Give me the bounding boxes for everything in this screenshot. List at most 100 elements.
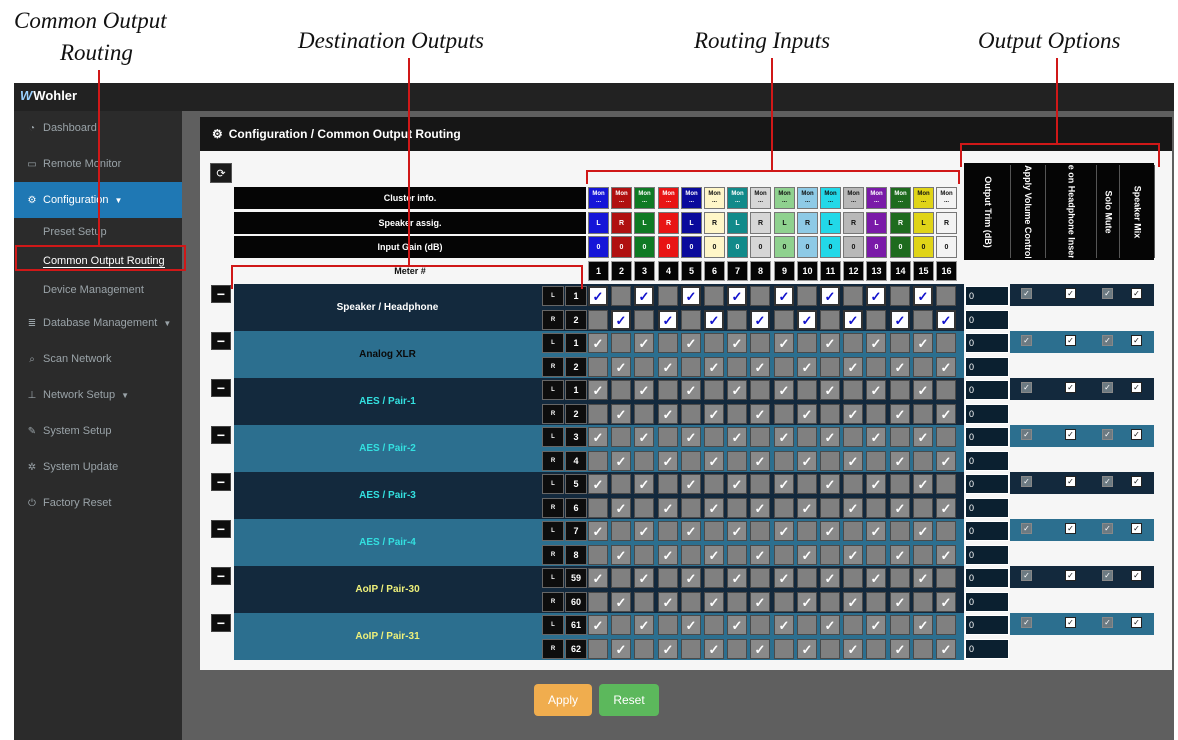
routing-checkbox[interactable] [820, 498, 840, 518]
output-trim-input[interactable]: 0 [965, 498, 1009, 518]
routing-checkbox[interactable] [820, 451, 840, 471]
speaker-mix-checkbox[interactable]: ✓ [1131, 335, 1142, 346]
routing-checkbox[interactable] [890, 286, 910, 306]
routing-checkbox[interactable]: ✓ [611, 498, 631, 518]
output-trim-input[interactable]: 0 [965, 357, 1009, 377]
routing-checkbox[interactable]: ✓ [681, 333, 701, 353]
routing-checkbox[interactable]: ✓ [866, 427, 886, 447]
routing-checkbox[interactable]: ✓ [704, 357, 724, 377]
solo-mute-checkbox[interactable]: ✓ [1102, 335, 1113, 346]
routing-checkbox[interactable]: ✓ [750, 404, 770, 424]
routing-checkbox[interactable]: ✓ [774, 380, 794, 400]
routing-checkbox[interactable]: ✓ [774, 474, 794, 494]
mute-on-headphone-checkbox[interactable]: ✓ [1065, 335, 1076, 346]
routing-checkbox[interactable]: ✓ [866, 474, 886, 494]
collapse-button[interactable]: − [211, 379, 231, 397]
output-trim-input[interactable]: 0 [965, 615, 1009, 635]
routing-checkbox[interactable] [727, 451, 747, 471]
routing-checkbox[interactable] [913, 592, 933, 612]
routing-checkbox[interactable]: ✓ [658, 592, 678, 612]
routing-checkbox[interactable] [797, 427, 817, 447]
routing-checkbox[interactable] [634, 310, 654, 330]
routing-checkbox[interactable] [866, 310, 886, 330]
routing-checkbox[interactable] [890, 474, 910, 494]
routing-checkbox[interactable] [890, 427, 910, 447]
routing-checkbox[interactable] [843, 615, 863, 635]
routing-checkbox[interactable] [704, 333, 724, 353]
output-trim-input[interactable]: 0 [965, 286, 1009, 306]
apply-volume-checkbox[interactable]: ✓ [1021, 476, 1032, 487]
routing-checkbox[interactable] [936, 568, 956, 588]
routing-checkbox[interactable]: ✓ [913, 333, 933, 353]
routing-checkbox[interactable]: ✓ [611, 310, 631, 330]
routing-checkbox[interactable]: ✓ [774, 521, 794, 541]
routing-checkbox[interactable]: ✓ [750, 545, 770, 565]
routing-checkbox[interactable] [820, 357, 840, 377]
routing-checkbox[interactable] [890, 380, 910, 400]
routing-checkbox[interactable]: ✓ [611, 592, 631, 612]
routing-checkbox[interactable]: ✓ [750, 451, 770, 471]
routing-checkbox[interactable] [634, 498, 654, 518]
routing-checkbox[interactable]: ✓ [704, 451, 724, 471]
collapse-button[interactable]: − [211, 332, 231, 350]
routing-checkbox[interactable]: ✓ [611, 639, 631, 659]
routing-checkbox[interactable] [681, 310, 701, 330]
mute-on-headphone-checkbox[interactable]: ✓ [1065, 476, 1076, 487]
routing-checkbox[interactable] [704, 615, 724, 635]
solo-mute-checkbox[interactable]: ✓ [1102, 288, 1113, 299]
routing-checkbox[interactable] [890, 568, 910, 588]
routing-checkbox[interactable] [820, 310, 840, 330]
routing-checkbox[interactable] [611, 380, 631, 400]
routing-checkbox[interactable] [588, 357, 608, 377]
routing-checkbox[interactable]: ✓ [936, 592, 956, 612]
routing-checkbox[interactable]: ✓ [750, 592, 770, 612]
routing-checkbox[interactable] [704, 568, 724, 588]
routing-checkbox[interactable]: ✓ [843, 498, 863, 518]
routing-checkbox[interactable]: ✓ [843, 404, 863, 424]
output-trim-input[interactable]: 0 [965, 474, 1009, 494]
routing-checkbox[interactable]: ✓ [936, 357, 956, 377]
routing-checkbox[interactable]: ✓ [588, 568, 608, 588]
routing-checkbox[interactable]: ✓ [866, 286, 886, 306]
routing-checkbox[interactable] [634, 357, 654, 377]
routing-checkbox[interactable]: ✓ [727, 427, 747, 447]
routing-checkbox[interactable]: ✓ [774, 568, 794, 588]
routing-checkbox[interactable] [658, 521, 678, 541]
routing-checkbox[interactable] [843, 380, 863, 400]
routing-checkbox[interactable] [634, 404, 654, 424]
routing-checkbox[interactable] [913, 639, 933, 659]
routing-checkbox[interactable] [658, 286, 678, 306]
speaker-mix-checkbox[interactable]: ✓ [1131, 476, 1142, 487]
routing-checkbox[interactable]: ✓ [820, 568, 840, 588]
mute-on-headphone-checkbox[interactable]: ✓ [1065, 570, 1076, 581]
output-trim-input[interactable]: 0 [965, 333, 1009, 353]
routing-checkbox[interactable] [797, 568, 817, 588]
routing-checkbox[interactable]: ✓ [843, 592, 863, 612]
routing-checkbox[interactable] [866, 357, 886, 377]
solo-mute-checkbox[interactable]: ✓ [1102, 570, 1113, 581]
routing-checkbox[interactable]: ✓ [681, 427, 701, 447]
routing-checkbox[interactable]: ✓ [890, 545, 910, 565]
routing-checkbox[interactable]: ✓ [866, 521, 886, 541]
routing-checkbox[interactable]: ✓ [681, 286, 701, 306]
sidebar-item-network-setup[interactable]: ⊥ Network Setup ▼ [14, 380, 182, 410]
routing-checkbox[interactable]: ✓ [866, 333, 886, 353]
routing-checkbox[interactable]: ✓ [727, 521, 747, 541]
routing-checkbox[interactable]: ✓ [727, 286, 747, 306]
routing-checkbox[interactable] [588, 498, 608, 518]
routing-checkbox[interactable]: ✓ [843, 545, 863, 565]
output-trim-input[interactable]: 0 [965, 568, 1009, 588]
routing-checkbox[interactable]: ✓ [704, 592, 724, 612]
routing-checkbox[interactable] [727, 357, 747, 377]
routing-checkbox[interactable] [820, 404, 840, 424]
routing-checkbox[interactable] [774, 357, 794, 377]
mute-on-headphone-checkbox[interactable]: ✓ [1065, 288, 1076, 299]
routing-checkbox[interactable] [750, 427, 770, 447]
routing-checkbox[interactable]: ✓ [681, 474, 701, 494]
routing-checkbox[interactable] [588, 404, 608, 424]
routing-checkbox[interactable] [704, 474, 724, 494]
routing-checkbox[interactable] [913, 545, 933, 565]
routing-checkbox[interactable]: ✓ [588, 427, 608, 447]
routing-checkbox[interactable]: ✓ [727, 568, 747, 588]
routing-checkbox[interactable]: ✓ [866, 568, 886, 588]
